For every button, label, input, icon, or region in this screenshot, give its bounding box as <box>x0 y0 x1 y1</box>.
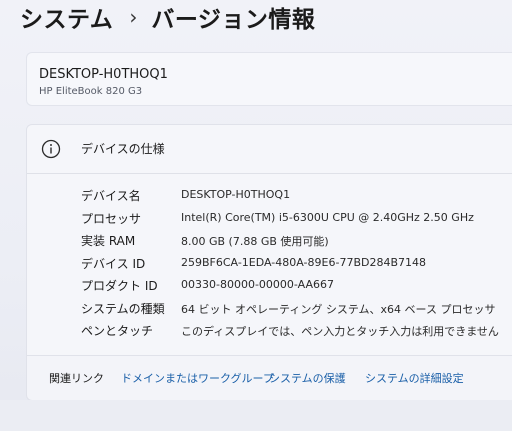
device-name: DESKTOP-H0THOQ1 <box>39 67 168 82</box>
related-links-bar: 関連リンク ドメインまたはワークグループ システムの保護 システムの詳細設定 <box>26 355 512 401</box>
spec-label: 実装 RAM <box>81 234 136 248</box>
device-specs-title: デバイスの仕様 <box>81 142 165 156</box>
page-bottom <box>0 400 512 431</box>
device-specs-panel: デバイスの仕様 デバイス名 DESKTOP-H0THOQ1 プロセッサ Inte… <box>26 124 512 356</box>
device-model: HP EliteBook 820 G3 <box>39 86 143 97</box>
advanced-system-settings-link[interactable]: システムの詳細設定 <box>365 370 464 386</box>
spec-value: 259BF6CA-1EDA-480A-89E6-77BD284B7148 <box>181 255 426 269</box>
breadcrumb-system[interactable]: システム <box>20 0 113 34</box>
related-links-label: 関連リンク <box>49 372 104 385</box>
system-protection-link[interactable]: システムの保護 <box>269 370 346 386</box>
device-card: DESKTOP-H0THOQ1 HP EliteBook 820 G3 <box>26 52 512 106</box>
spec-value: このディスプレイでは、ペン入力とタッチ入力は利用できません <box>181 325 499 338</box>
spec-value: DESKTOP-H0THOQ1 <box>181 188 291 201</box>
spec-label: ペンとタッチ <box>81 324 154 338</box>
spec-label: デバイス名 <box>81 189 141 203</box>
spec-value: 00330-80000-00000-AA667 <box>181 278 334 291</box>
spec-label: デバイス ID <box>81 256 146 271</box>
breadcrumb: システム › バージョン情報 <box>20 0 315 34</box>
spec-value: 8.00 GB (7.88 GB 使用可能) <box>181 235 329 248</box>
info-icon <box>41 139 61 159</box>
settings-page: システム › バージョン情報 DESKTOP-H0THOQ1 HP EliteB… <box>0 0 512 431</box>
spec-label: プロセッサ <box>81 211 142 226</box>
spec-label: プロダクト ID <box>81 279 158 293</box>
spec-value: 64 ビット オペレーティング システム、x64 ベース プロセッサ <box>181 302 496 316</box>
spec-value: Intel(R) Core(TM) i5-6300U CPU @ 2.40GHz… <box>181 210 474 224</box>
domain-workgroup-link[interactable]: ドメインまたはワークグループ <box>121 370 274 386</box>
spec-label: システムの種類 <box>81 301 165 316</box>
device-specs-header[interactable]: デバイスの仕様 <box>27 125 512 174</box>
page-title: バージョン情報 <box>151 7 316 33</box>
chevron-right-icon: › <box>129 5 138 29</box>
